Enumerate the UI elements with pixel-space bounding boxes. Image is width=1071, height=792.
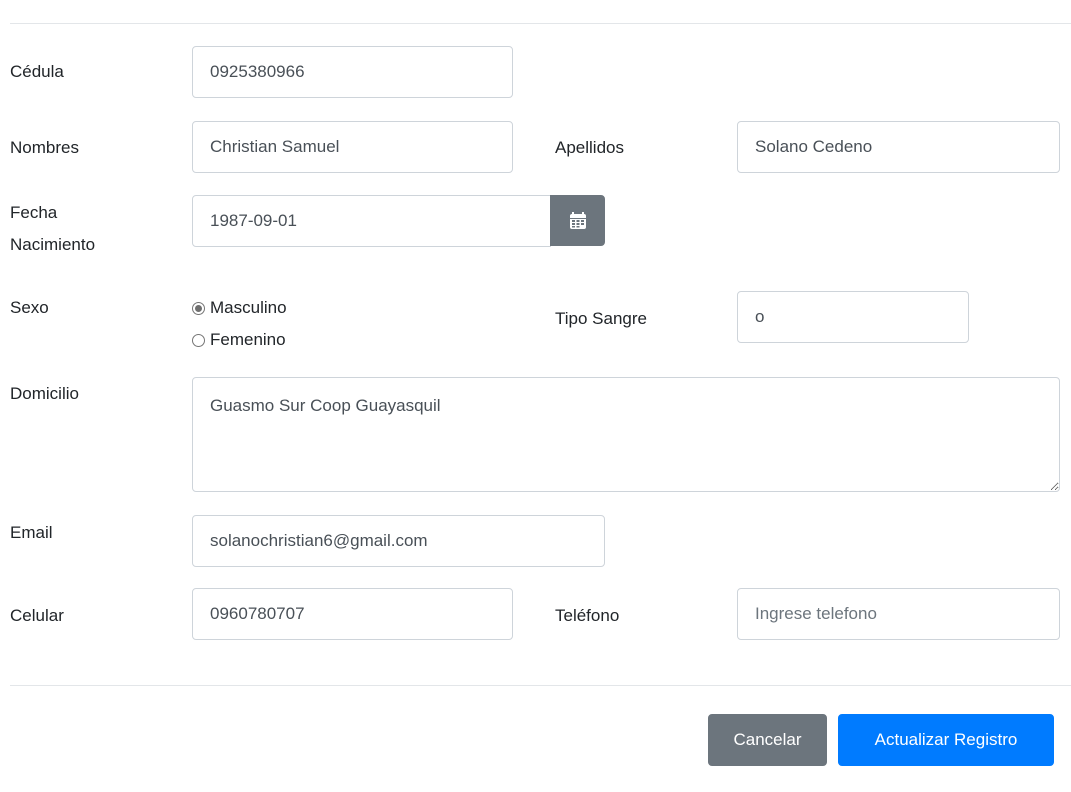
email-label: Email: [10, 523, 53, 542]
fecha-nacimiento-input[interactable]: [192, 195, 551, 247]
celular-label: Celular: [10, 606, 64, 625]
radio-masculino-label: Masculino: [210, 298, 287, 317]
radio-masculino[interactable]: Masculino: [192, 296, 287, 320]
footer-divider: [10, 685, 1071, 686]
calendar-icon: [569, 212, 586, 229]
celular-input[interactable]: [192, 588, 513, 640]
domicilio-label: Domicilio: [10, 384, 79, 403]
tipo-sangre-label: Tipo Sangre: [555, 309, 647, 328]
radio-femenino-label: Femenino: [210, 330, 286, 349]
radio-masculino-circle[interactable]: [192, 301, 205, 315]
top-divider: [10, 23, 1071, 24]
apellidos-input[interactable]: [737, 121, 1060, 173]
apellidos-label: Apellidos: [555, 138, 624, 157]
calendar-button[interactable]: [550, 195, 605, 246]
radio-checked-dot: [195, 304, 202, 312]
cedula-label: Cédula: [10, 62, 64, 81]
update-record-button[interactable]: Actualizar Registro: [838, 714, 1054, 766]
nombres-input[interactable]: [192, 121, 513, 173]
radio-femenino[interactable]: Femenino: [192, 328, 286, 352]
cedula-input[interactable]: [192, 46, 513, 98]
domicilio-textarea[interactable]: Guasmo Sur Coop Guayasquil: [192, 377, 1060, 492]
tipo-sangre-input[interactable]: [737, 291, 969, 343]
fecha-label-line2: Nacimiento: [10, 235, 96, 254]
email-input[interactable]: [192, 515, 605, 567]
cancel-button[interactable]: Cancelar: [708, 714, 827, 766]
fecha-label-line1: Fecha: [10, 203, 58, 222]
telefono-input[interactable]: [737, 588, 1060, 640]
telefono-label: Teléfono: [555, 606, 620, 625]
nombres-label: Nombres: [10, 138, 79, 157]
radio-femenino-circle[interactable]: [192, 333, 205, 347]
sexo-label: Sexo: [10, 298, 49, 317]
